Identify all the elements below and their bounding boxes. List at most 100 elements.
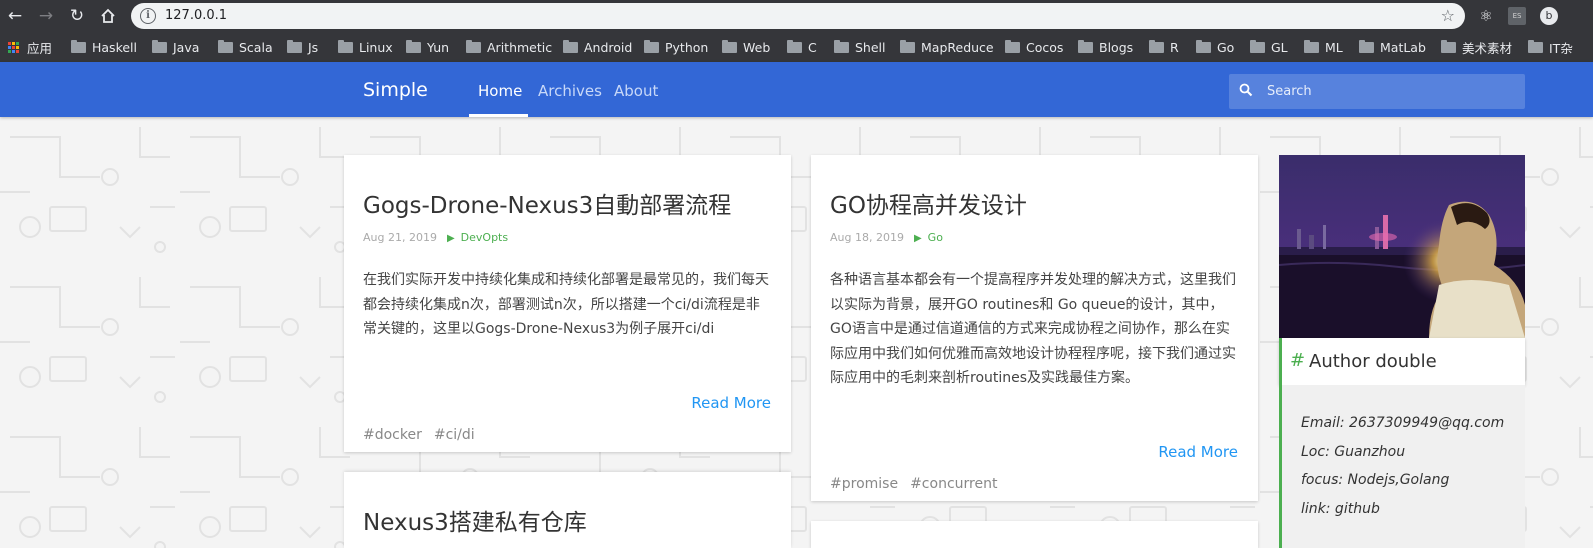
folder-icon — [644, 39, 659, 53]
post-category[interactable]: DevOpts — [461, 231, 508, 244]
home-icon[interactable] — [97, 5, 119, 27]
bookmark-star-icon[interactable]: ☆ — [1441, 6, 1455, 25]
bookmark-label: Haskell — [92, 39, 138, 55]
author-link[interactable]: link: github — [1301, 501, 1380, 517]
tag-link[interactable]: #promise — [830, 476, 898, 492]
bookmark-label: Go — [1217, 39, 1235, 55]
address-bar[interactable]: i 127.0.0.1 ☆ — [131, 3, 1465, 29]
nav-about[interactable]: About — [614, 82, 658, 100]
bookmark-label: Shell — [855, 39, 886, 55]
reload-icon[interactable]: ↻ — [66, 5, 88, 27]
folder-icon — [466, 39, 481, 53]
bookmark-python[interactable]: Python — [644, 39, 708, 55]
bookmarks-bar: 应用 Haskell Java Scala Js Linux Yun Arith… — [0, 32, 1593, 62]
bookmark-matlab[interactable]: MatLab — [1359, 39, 1426, 55]
bookmark-web[interactable]: Web — [722, 39, 770, 55]
bookmark-label: Blogs — [1099, 39, 1134, 55]
tag-link[interactable]: #ci/di — [434, 427, 475, 443]
post-category[interactable]: Go — [928, 231, 943, 244]
bookmark-cocos[interactable]: Cocos — [1005, 39, 1063, 55]
bookmark-java[interactable]: Java — [152, 39, 199, 55]
folder-icon — [406, 39, 421, 53]
bookmark-label: R — [1170, 39, 1179, 55]
folder-icon — [1005, 39, 1020, 53]
folder-icon — [338, 39, 353, 53]
site-brand[interactable]: Simple — [363, 79, 428, 101]
post-date: Aug 21, 2019 — [363, 231, 437, 244]
bookmark-android[interactable]: Android — [563, 39, 632, 55]
bookmark-it[interactable]: IT杂 — [1528, 39, 1573, 56]
bookmark-label: IT杂 — [1549, 40, 1573, 56]
nav-archives[interactable]: Archives — [538, 82, 602, 100]
bookmark-label: MapReduce — [921, 39, 994, 55]
bookmark-label: Yun — [427, 39, 450, 55]
folder-icon — [787, 39, 802, 53]
back-arrow-icon[interactable]: ← — [4, 5, 26, 27]
post-date: Aug 18, 2019 — [830, 231, 904, 244]
active-nav-indicator — [469, 114, 528, 117]
extension-es-icon[interactable]: ES — [1508, 7, 1526, 25]
search-input[interactable] — [1267, 74, 1517, 109]
post-card: Gogs-Drone-Nexus3自動部署流程 Aug 21, 2019 ▶ Dev… — [344, 155, 791, 452]
bookmark-mapreduce[interactable]: MapReduce — [900, 39, 994, 55]
info-icon[interactable]: i — [140, 8, 156, 24]
bookmark-apps[interactable]: 应用 — [8, 39, 53, 56]
post-meta: Aug 21, 2019 ▶ DevOpts — [363, 231, 508, 244]
author-name: Author double — [1309, 351, 1437, 372]
react-devtools-icon[interactable]: ⚛ — [1477, 7, 1495, 25]
folder-icon — [1304, 39, 1319, 53]
bookmark-label: GL — [1271, 39, 1288, 55]
folder-icon — [152, 39, 167, 53]
bookmark-yun[interactable]: Yun — [406, 39, 449, 55]
bookmark-arithmetic[interactable]: Arithmetic — [466, 39, 552, 55]
author-photo — [1279, 155, 1525, 338]
bookmark-c[interactable]: C — [787, 39, 817, 55]
folder-icon — [218, 39, 233, 53]
post-excerpt: 在我们实际开发中持续化集成和持续化部署是最常见的，我们每天都会持续化集成n次，部… — [363, 272, 769, 337]
bookmark-label: 美术素材 — [1462, 40, 1513, 56]
tag-link[interactable]: #docker — [363, 427, 422, 443]
bookmark-gl[interactable]: GL — [1250, 39, 1288, 55]
post-tags: #promise #concurrent — [830, 476, 1009, 492]
search-box[interactable] — [1229, 74, 1525, 109]
nav-home[interactable]: Home — [478, 82, 522, 100]
read-more-link[interactable]: Read More — [691, 394, 771, 412]
forward-arrow-icon[interactable]: → — [35, 5, 57, 27]
bookmark-label: 应用 — [27, 40, 53, 56]
post-title[interactable]: Gogs-Drone-Nexus3自動部署流程 — [363, 186, 731, 220]
bookmark-label: Arithmetic — [487, 39, 553, 55]
author-info: Email: 2637309949@qq.com Loc: Guanzhou f… — [1279, 385, 1525, 548]
tag-link[interactable]: #concurrent — [910, 476, 997, 492]
author-focus: focus: Nodejs,Golang — [1301, 472, 1450, 488]
bookmark-blogs[interactable]: Blogs — [1078, 39, 1133, 55]
bookmark-js[interactable]: Js — [287, 39, 318, 55]
bookmark-ml[interactable]: ML — [1304, 39, 1343, 55]
search-icon — [1239, 83, 1253, 97]
post-title[interactable]: GO协程高并发设计 — [830, 186, 1027, 220]
category-triangle-icon: ▶ — [446, 233, 455, 244]
post-tags: #docker #ci/di — [363, 427, 487, 443]
folder-icon — [287, 39, 302, 53]
bookmark-go[interactable]: Go — [1196, 39, 1234, 55]
folder-icon — [1528, 39, 1543, 53]
read-more-link[interactable]: Read More — [1158, 443, 1238, 461]
bookmark-shell[interactable]: Shell — [834, 39, 886, 55]
url-text[interactable]: 127.0.0.1 — [165, 8, 227, 23]
bookmark-label: Cocos — [1026, 39, 1064, 55]
bookmark-label: Linux — [359, 39, 393, 55]
folder-icon — [1441, 39, 1456, 53]
author-location: Loc: Guanzhou — [1301, 444, 1406, 460]
bookmark-haskell[interactable]: Haskell — [71, 39, 137, 55]
post-title[interactable]: Nexus3搭建私有仓库 — [363, 503, 587, 537]
bookmark-r[interactable]: R — [1149, 39, 1179, 55]
post-meta: Aug 18, 2019 ▶ Go — [830, 231, 943, 244]
site-header: Simple Home Archives About — [0, 62, 1593, 117]
author-email: Email: 2637309949@qq.com — [1301, 415, 1505, 431]
bookmark-scala[interactable]: Scala — [218, 39, 273, 55]
bookmark-label: Java — [173, 39, 200, 55]
bookmark-label: MatLab — [1380, 39, 1426, 55]
profile-avatar[interactable]: b — [1540, 7, 1558, 25]
bookmark-art[interactable]: 美术素材 — [1441, 39, 1513, 56]
bookmark-linux[interactable]: Linux — [338, 39, 393, 55]
bookmark-label: Js — [308, 39, 319, 55]
